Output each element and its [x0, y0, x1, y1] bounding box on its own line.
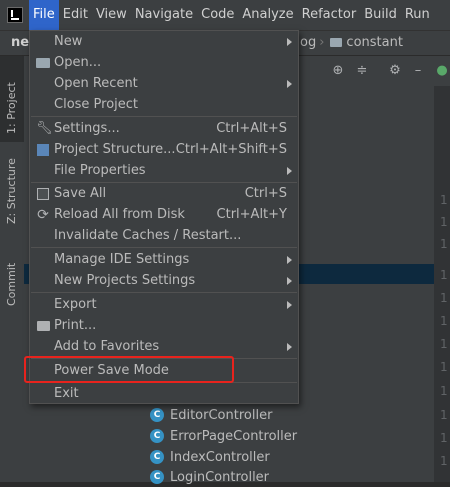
menu-separator: [31, 247, 297, 248]
line-number: 1: [440, 360, 448, 374]
tab-commit-label: Commit: [5, 262, 18, 306]
line-number: 1: [440, 193, 448, 207]
print-icon: [35, 318, 51, 334]
breadcrumb-segment[interactable]: og: [300, 35, 316, 50]
tree-item-label: LoginController: [170, 469, 270, 485]
shortcut-label: Ctrl+Alt+Shift+S: [175, 142, 287, 157]
submenu-arrow-icon: [287, 276, 292, 285]
tree-class-item[interactable]: C EditorController: [150, 405, 272, 425]
menu-item-open-recent[interactable]: Open Recent: [30, 73, 298, 94]
intellij-app-icon: [7, 7, 23, 23]
submenu-arrow-icon: [287, 342, 292, 351]
menu-item-settings[interactable]: 🔧︎ Settings... Ctrl+Alt+S: [30, 118, 298, 139]
tree-item-label: EditorController: [170, 407, 273, 423]
collapse-icon[interactable]: ≑: [354, 63, 370, 79]
tree-class-item[interactable]: C LoginController: [150, 467, 269, 487]
menu-separator: [31, 116, 297, 117]
line-number: 1: [440, 215, 448, 229]
line-number: 1: [440, 408, 448, 422]
tree-item-label: IndexController: [170, 449, 270, 465]
tab-commit[interactable]: Commit: [0, 246, 24, 316]
breadcrumb: og › constant: [300, 35, 403, 50]
menu-item-invalidate-caches[interactable]: Invalidate Caches / Restart...: [30, 225, 298, 246]
menu-item-add-to-favorites[interactable]: Add to Favorites: [30, 336, 298, 357]
line-number: 1: [440, 454, 448, 468]
run-indicator-icon[interactable]: ●: [434, 63, 450, 79]
project-structure-icon: [35, 142, 51, 158]
tab-project[interactable]: 1: Project: [0, 56, 24, 142]
line-number: 1: [440, 237, 448, 251]
menu-item-file-properties[interactable]: File Properties: [30, 160, 298, 181]
menu-view[interactable]: View: [92, 0, 131, 30]
menu-item-project-structure[interactable]: Project Structure... Ctrl+Alt+Shift+S: [30, 139, 298, 160]
menu-run[interactable]: Run: [401, 0, 434, 30]
menu-item-save-all[interactable]: Save All Ctrl+S: [30, 183, 298, 204]
shortcut-label: Ctrl+S: [244, 186, 287, 201]
reload-icon: ⟳: [37, 206, 49, 223]
line-number: 1: [440, 268, 448, 282]
menu-analyze[interactable]: Analyze: [238, 0, 297, 30]
menu-build[interactable]: Build: [360, 0, 401, 30]
hide-icon[interactable]: –: [410, 63, 426, 79]
line-number: 1: [440, 314, 448, 328]
file-menu: New Open... Open Recent Close Project 🔧︎…: [29, 30, 299, 404]
submenu-arrow-icon: [287, 79, 292, 88]
menu-item-new-projects-settings[interactable]: New Projects Settings: [30, 270, 298, 291]
submenu-arrow-icon: [287, 37, 292, 46]
left-tool-strip: 1: Project Z: Structure Commit: [0, 56, 25, 482]
submenu-arrow-icon: [287, 300, 292, 309]
menu-item-close-project[interactable]: Close Project: [30, 94, 298, 115]
line-number: 1: [440, 337, 448, 351]
menu-item-export[interactable]: Export: [30, 294, 298, 315]
menu-item-manage-ide-settings[interactable]: Manage IDE Settings: [30, 249, 298, 270]
annotation-highlight-box: [24, 356, 234, 383]
menu-item-new[interactable]: New: [30, 31, 298, 52]
menu-item-exit[interactable]: Exit: [30, 383, 298, 404]
crosshair-icon[interactable]: ⊕: [330, 63, 346, 79]
tree-class-item[interactable]: C IndexController: [150, 447, 270, 467]
menu-bar: File Edit View Navigate Code Analyze Ref…: [0, 0, 450, 30]
line-number: 1: [440, 384, 448, 398]
shortcut-label: Ctrl+Alt+Y: [216, 207, 287, 222]
breadcrumb-folder[interactable]: constant: [346, 35, 403, 50]
tab-structure-label: Z: Structure: [5, 158, 18, 224]
save-icon: [35, 186, 51, 202]
breadcrumb-project[interactable]: ne: [11, 35, 29, 50]
submenu-arrow-icon: [287, 255, 292, 264]
tree-class-item[interactable]: C ErrorPageController: [150, 426, 297, 446]
menu-item-print[interactable]: Print...: [30, 315, 298, 336]
menu-separator: [31, 292, 297, 293]
gear-icon[interactable]: ⚙: [387, 63, 403, 79]
wrench-icon: 🔧︎: [36, 120, 53, 136]
menu-code[interactable]: Code: [197, 0, 238, 30]
class-icon: C: [150, 408, 164, 422]
class-icon: C: [150, 429, 164, 443]
tree-item-label: ErrorPageController: [170, 428, 298, 444]
menu-item-reload-all[interactable]: ⟳ Reload All from Disk Ctrl+Alt+Y: [30, 204, 298, 225]
line-number: 1: [440, 291, 448, 305]
tab-project-label: 1: Project: [5, 82, 18, 134]
line-number: 1: [440, 431, 448, 445]
tab-structure[interactable]: Z: Structure: [0, 142, 24, 232]
chevron-right-icon: ›: [319, 35, 325, 50]
class-icon: C: [150, 450, 164, 464]
menu-file[interactable]: File: [29, 0, 59, 30]
menu-navigate[interactable]: Navigate: [131, 0, 197, 30]
submenu-arrow-icon: [287, 166, 292, 175]
menu-edit[interactable]: Edit: [59, 0, 92, 30]
shortcut-label: Ctrl+Alt+S: [216, 121, 287, 136]
menu-refactor[interactable]: Refactor: [298, 0, 361, 30]
folder-icon: [330, 38, 343, 47]
editor-gutter: [434, 86, 450, 482]
menu-item-open[interactable]: Open...: [30, 52, 298, 73]
folder-icon: [35, 55, 51, 71]
